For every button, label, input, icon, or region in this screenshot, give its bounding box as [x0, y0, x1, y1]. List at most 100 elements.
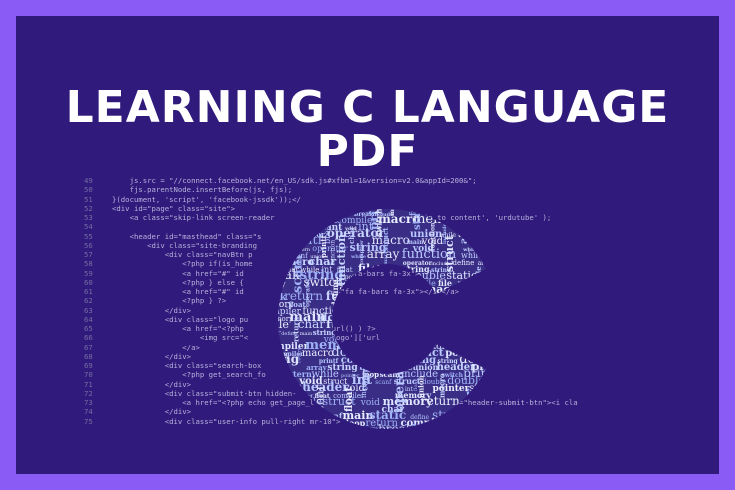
svg-text:void: void	[266, 236, 285, 247]
svg-text:union: union	[367, 331, 382, 337]
svg-text:switch: switch	[451, 197, 460, 223]
svg-text:pointer: pointer	[391, 194, 444, 206]
svg-text:main: main	[320, 202, 343, 212]
svg-text:memory: memory	[489, 386, 498, 419]
line-number: 71	[84, 379, 93, 389]
svg-text:scanf: scanf	[266, 230, 279, 239]
line-number: 62	[84, 296, 93, 306]
svg-text:struct: struct	[461, 296, 478, 302]
svg-text:file: file	[442, 202, 455, 211]
line-number: 53	[84, 213, 93, 222]
line-number: 65	[84, 324, 93, 333]
svg-text:memory: memory	[474, 414, 499, 421]
svg-text:operator: operator	[348, 309, 374, 316]
svg-text:memory: memory	[266, 280, 286, 288]
svg-text:scanf: scanf	[319, 411, 343, 421]
svg-text:return: return	[296, 346, 302, 363]
code-text: js.src = "//connect.facebook.net/en_US/s…	[112, 176, 477, 185]
page-title: LEARNING C LANGUAGE PDF	[65, 82, 670, 177]
svg-text:int: int	[486, 275, 506, 290]
svg-text:printf: printf	[266, 261, 277, 267]
svg-text:array: array	[453, 206, 484, 219]
svg-text:file: file	[376, 345, 397, 360]
svg-text:float: float	[303, 415, 314, 421]
svg-text:header: header	[435, 297, 478, 310]
svg-text:macro: macro	[425, 283, 464, 296]
svg-text:define: define	[330, 280, 340, 307]
svg-text:char: char	[313, 384, 327, 412]
line-number: 69	[84, 361, 93, 370]
svg-text:define: define	[271, 422, 287, 428]
svg-text:for: for	[499, 310, 507, 316]
code-text: <div class="site-branding	[112, 240, 257, 250]
code-text: </a>	[112, 342, 200, 352]
svg-text:static: static	[489, 395, 500, 426]
svg-text:memory: memory	[324, 421, 349, 428]
svg-text:void: void	[388, 317, 400, 323]
svg-text:scanf: scanf	[485, 250, 509, 260]
svg-text:macro: macro	[383, 247, 389, 265]
svg-text:for: for	[408, 324, 416, 330]
svg-text:compiler: compiler	[486, 216, 516, 225]
svg-text:function: function	[485, 271, 516, 282]
svg-text:macro: macro	[290, 383, 300, 412]
svg-text:static: static	[504, 269, 511, 286]
svg-text:char: char	[459, 313, 485, 324]
svg-text:union: union	[508, 302, 516, 335]
svg-text:main: main	[484, 394, 516, 408]
line-number: 55	[84, 231, 93, 241]
svg-text:loop: loop	[266, 422, 283, 436]
svg-text:header: header	[396, 282, 414, 288]
svg-text:struct: struct	[443, 234, 456, 272]
svg-text:macro: macro	[384, 267, 405, 274]
svg-text:header: header	[369, 197, 393, 204]
svg-text:main: main	[472, 429, 485, 435]
line-number: 64	[84, 314, 93, 324]
svg-text:array: array	[275, 215, 305, 226]
svg-text:printf: printf	[383, 324, 419, 338]
svg-text:scanf: scanf	[497, 234, 517, 247]
code-line: 49 js.src = "//connect.facebook.net/en_U…	[84, 176, 704, 185]
svg-text:string: string	[505, 366, 516, 381]
code-text: <div class="search-box	[112, 361, 262, 370]
svg-text:int: int	[271, 267, 285, 286]
code-text: <header id="masthead" class="s	[112, 231, 262, 241]
svg-text:struct: struct	[432, 408, 468, 422]
line-number: 75	[84, 416, 93, 426]
line-number: 57	[84, 250, 93, 259]
svg-text:function: function	[279, 194, 336, 205]
line-number: 74	[84, 407, 93, 417]
code-text: <?php } ?>	[112, 296, 227, 306]
svg-text:return: return	[292, 317, 301, 342]
svg-text:printf: printf	[295, 432, 321, 442]
code-text: <?php get_search_fo	[112, 370, 266, 380]
svg-text:macro: macro	[291, 198, 302, 230]
line-number: 68	[84, 351, 93, 361]
svg-text:extern: extern	[289, 418, 322, 429]
line-number: 54	[84, 222, 93, 232]
svg-text:int: int	[266, 422, 267, 428]
svg-text:printf: printf	[350, 341, 380, 352]
svg-text:break: break	[283, 352, 290, 370]
svg-text:for: for	[501, 198, 509, 204]
svg-text:double: double	[266, 380, 302, 395]
svg-text:include: include	[512, 195, 516, 204]
svg-text:header: header	[398, 436, 416, 442]
svg-text:main: main	[342, 203, 360, 211]
code-text: <div class="navBtn p	[112, 250, 253, 259]
frame-border: 49 js.src = "//connect.facebook.net/en_U…	[0, 0, 735, 490]
svg-text:while: while	[405, 332, 435, 345]
svg-text:loop: loop	[317, 423, 344, 436]
svg-text:float: float	[266, 197, 276, 204]
line-number: 72	[84, 388, 93, 398]
svg-text:union: union	[266, 352, 273, 358]
svg-text:function: function	[399, 310, 421, 316]
svg-text:macro: macro	[270, 317, 279, 342]
svg-text:scanf: scanf	[381, 292, 411, 303]
svg-text:double: double	[514, 232, 516, 239]
svg-text:char: char	[266, 204, 267, 216]
svg-text:string: string	[285, 426, 316, 436]
svg-text:string: string	[455, 294, 466, 328]
code-text: </div>	[112, 379, 192, 389]
svg-text:compiler: compiler	[506, 283, 516, 296]
